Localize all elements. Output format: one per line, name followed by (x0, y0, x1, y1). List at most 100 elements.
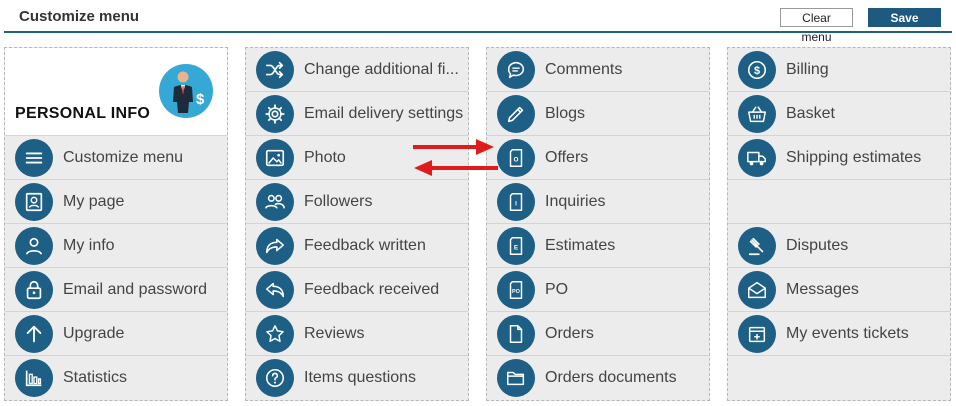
menu-item-label: Feedback written (304, 236, 426, 254)
menu-item-label: Email delivery settings (304, 104, 464, 122)
menu-item-photo[interactable]: Photo (246, 136, 468, 180)
doc-e-icon: E (497, 226, 535, 265)
personal-info-tile[interactable]: PERSONAL INFO $ (5, 48, 227, 136)
bar-chart-icon (15, 359, 53, 397)
menu-item-my-info[interactable]: My info (5, 224, 227, 268)
menu-item-estimates[interactable]: E Estimates (487, 224, 709, 268)
shuffle-icon (256, 50, 294, 89)
users-icon (256, 182, 294, 221)
menu-item-reviews[interactable]: Reviews (246, 312, 468, 356)
gavel-icon (738, 226, 776, 265)
reply-icon (256, 270, 294, 309)
menu-item-statistics[interactable]: Statistics (5, 356, 227, 400)
menu-item-label: Customize menu (63, 148, 184, 166)
menu-column-1: PERSONAL INFO $ Customize menu My page M… (4, 47, 228, 401)
star-icon (256, 314, 294, 353)
menu-item-label: PO (545, 280, 569, 298)
menu-item-orders-documents[interactable]: Orders documents (487, 356, 709, 400)
calendar-plus-icon (738, 314, 776, 353)
page-title: Customize menu (19, 8, 140, 25)
menu-item-my-events-tickets[interactable]: My events tickets (728, 312, 950, 356)
menu-icon (15, 138, 53, 177)
svg-text:E: E (514, 244, 519, 251)
svg-text:I: I (515, 200, 517, 207)
menu-item-label: Billing (786, 60, 829, 78)
menu-item-label: Followers (304, 192, 373, 210)
menu-item-disputes[interactable]: Disputes (728, 224, 950, 268)
menu-item-customize-menu[interactable]: Customize menu (5, 136, 227, 180)
menu-item-label: Inquiries (545, 192, 606, 210)
menu-item-label: Comments (545, 60, 623, 78)
menu-item-label: Offers (545, 148, 589, 166)
menu-item-change-additional-fields[interactable]: Change additional fi... (246, 48, 468, 92)
arrow-up-icon (15, 314, 53, 353)
svg-text:$: $ (754, 65, 760, 77)
menu-item-inquiries[interactable]: I Inquiries (487, 180, 709, 224)
share-forward-icon (256, 226, 294, 265)
menu-item-email-and-password[interactable]: Email and password (5, 268, 227, 312)
menu-item-offers[interactable]: O Offers (487, 136, 709, 180)
gear-icon (256, 94, 294, 133)
personal-info-title: PERSONAL INFO (15, 105, 151, 122)
menu-item-items-questions[interactable]: Items questions (246, 356, 468, 400)
menu-column-2: Change additional fi... Email delivery s… (245, 47, 469, 401)
menu-item-label: Shipping estimates (786, 148, 922, 166)
truck-icon (738, 138, 776, 177)
svg-text:O: O (514, 156, 519, 163)
menu-item-orders[interactable]: Orders (487, 312, 709, 356)
menu-item-followers[interactable]: Followers (246, 180, 468, 224)
menu-item-feedback-written[interactable]: Feedback written (246, 224, 468, 268)
menu-item-feedback-received[interactable]: Feedback received (246, 268, 468, 312)
menu-item-label: Upgrade (63, 324, 125, 342)
menu-column-3: Comments Blogs O Offers I Inquiries E Es… (486, 47, 710, 401)
menu-item-label: Orders documents (545, 369, 677, 386)
menu-item-po[interactable]: PO PO (487, 268, 709, 312)
envelope-icon (738, 270, 776, 309)
menu-item-label: Orders (545, 324, 594, 342)
empty-slot (728, 356, 950, 400)
menu-item-label: Basket (786, 104, 835, 122)
menu-item-label: Email and password (63, 280, 208, 298)
empty-slot (728, 180, 950, 224)
menu-item-upgrade[interactable]: Upgrade (5, 312, 227, 356)
menu-item-label: Reviews (304, 324, 365, 342)
menu-item-label: My events tickets (786, 324, 909, 342)
menu-item-shipping-estimates[interactable]: Shipping estimates (728, 136, 950, 180)
menu-item-blogs[interactable]: Blogs (487, 92, 709, 136)
menu-item-label: Feedback received (304, 280, 440, 298)
basket-icon (738, 94, 776, 133)
document-icon (497, 314, 535, 353)
menu-item-email-delivery-settings[interactable]: Email delivery settings (246, 92, 468, 136)
menu-item-label: Blogs (545, 104, 586, 122)
folder-icon (497, 359, 535, 397)
menu-item-label: My page (63, 192, 125, 210)
user-icon (15, 226, 53, 265)
menu-item-label: My info (63, 236, 115, 254)
menu-item-label: Estimates (545, 236, 616, 254)
menu-item-messages[interactable]: Messages (728, 268, 950, 312)
save-menu-button[interactable]: Save menu (868, 8, 941, 44)
header-bar: Customize menu Clear menu Save menu (4, 0, 952, 44)
lock-icon (15, 270, 53, 309)
menu-item-label: Items questions (304, 369, 417, 386)
svg-text:$: $ (196, 91, 205, 108)
clear-menu-button[interactable]: Clear menu (780, 8, 853, 44)
businessman-avatar-icon: $ (159, 64, 213, 118)
menu-item-billing[interactable]: $ Billing (728, 48, 950, 92)
svg-text:PO: PO (512, 289, 521, 295)
menu-item-label: Statistics (63, 369, 128, 386)
doc-i-icon: I (497, 182, 535, 221)
menu-item-label: Change additional fi... (304, 60, 459, 78)
menu-item-comments[interactable]: Comments (487, 48, 709, 92)
question-icon (256, 359, 294, 397)
doc-o-icon: O (497, 138, 535, 177)
menu-item-my-page[interactable]: My page (5, 180, 227, 224)
doc-po-icon: PO (497, 270, 535, 309)
menu-column-4: $ Billing Basket Shipping estimates Disp… (727, 47, 951, 401)
image-icon (256, 138, 294, 177)
menu-item-label: Photo (304, 148, 346, 166)
dollar-icon: $ (738, 50, 776, 89)
menu-item-basket[interactable]: Basket (728, 92, 950, 136)
menu-item-label: Disputes (786, 236, 849, 254)
profile-card-icon (15, 182, 53, 221)
